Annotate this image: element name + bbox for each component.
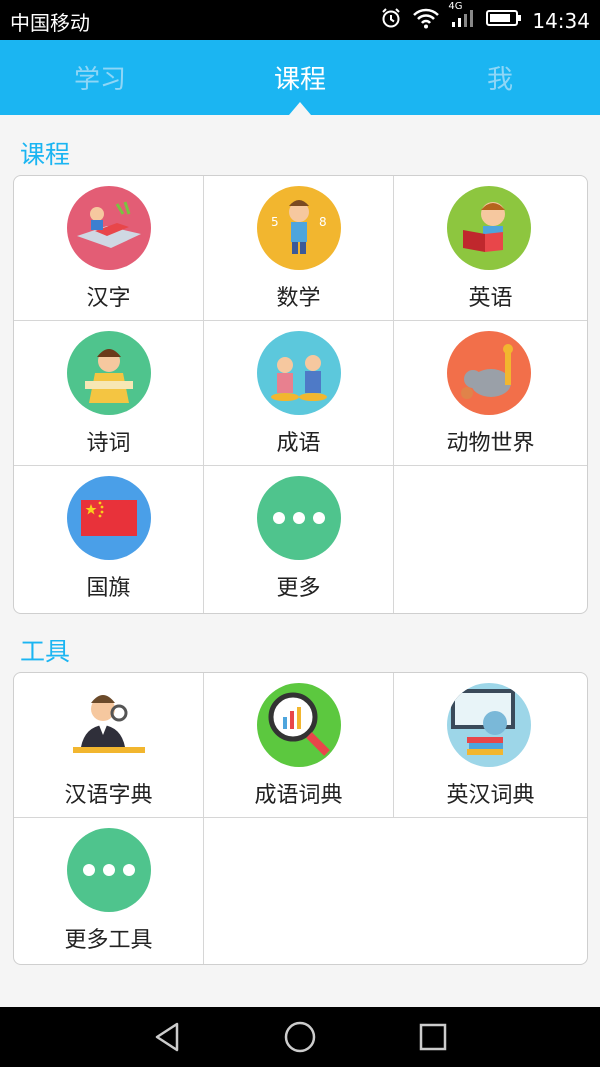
chinese-dictionary-icon	[67, 683, 151, 767]
flag-icon	[67, 476, 151, 560]
course-label: 诗词	[86, 431, 131, 456]
english-icon	[447, 186, 531, 270]
status-bar: 中国移动 4G 14:34	[0, 0, 600, 40]
english-chinese-dictionary-icon	[447, 683, 531, 767]
idiom-icon	[257, 331, 341, 415]
more-icon	[257, 476, 341, 560]
course-animal-world[interactable]: 动物世界	[394, 321, 587, 466]
battery-icon	[486, 8, 522, 33]
clock: 14:34	[532, 8, 590, 33]
tool-label: 成语词典	[254, 783, 343, 808]
course-english[interactable]: 英语	[394, 176, 587, 321]
tool-english-chinese-dictionary[interactable]: 英汉词典	[394, 673, 587, 818]
home-button[interactable]	[260, 1007, 340, 1067]
course-label: 汉字	[86, 286, 131, 311]
tool-label: 英汉词典	[446, 783, 535, 808]
svg-text:8: 8	[319, 215, 327, 229]
recent-apps-icon	[419, 1023, 447, 1051]
tool-label: 更多工具	[64, 928, 153, 953]
course-poetry[interactable]: 诗词	[14, 321, 204, 466]
courses-section-title: 课程	[20, 140, 71, 169]
course-idiom[interactable]: 成语	[204, 321, 394, 466]
course-flag[interactable]: 国旗	[14, 466, 204, 613]
animal-world-icon	[447, 331, 531, 415]
tool-chinese-dictionary[interactable]: 汉语字典	[14, 673, 204, 818]
tool-idiom-dictionary[interactable]: 成语词典	[204, 673, 394, 818]
system-navigation-bar	[0, 1007, 600, 1067]
wifi-icon	[412, 7, 440, 34]
empty-cell	[394, 466, 587, 613]
courses-grid: 汉字 58 数学 英语 诗词 成语 动物世界 国旗 更多	[13, 175, 588, 614]
svg-text:5: 5	[271, 215, 279, 229]
back-icon	[155, 1022, 179, 1052]
course-more[interactable]: 更多	[204, 466, 394, 613]
tool-more[interactable]: 更多工具	[14, 818, 204, 964]
back-button[interactable]	[127, 1007, 207, 1067]
tools-grid: 汉语字典 成语词典 英汉词典 更多工具	[13, 672, 588, 965]
math-icon: 58	[257, 186, 341, 270]
idiom-dictionary-icon	[257, 683, 341, 767]
active-tab-indicator	[289, 102, 311, 115]
poetry-icon	[67, 331, 151, 415]
course-hanzi[interactable]: 汉字	[14, 176, 204, 321]
course-math[interactable]: 58 数学	[204, 176, 394, 321]
course-label: 成语	[276, 431, 321, 456]
course-label: 英语	[468, 286, 513, 311]
tool-label: 汉语字典	[64, 783, 153, 808]
cellular-signal-icon: 4G	[448, 1, 476, 34]
hanzi-icon	[67, 186, 151, 270]
home-icon	[284, 1021, 316, 1053]
more-tools-icon	[67, 828, 151, 912]
course-label: 数学	[276, 286, 321, 311]
tools-section-title: 工具	[20, 637, 71, 666]
tab-study[interactable]: 学习	[0, 40, 200, 115]
network-type: 4G	[448, 1, 463, 12]
alarm-icon	[380, 7, 402, 34]
course-label: 动物世界	[446, 431, 535, 456]
recent-apps-button[interactable]	[393, 1007, 473, 1067]
course-label: 国旗	[86, 576, 131, 601]
course-label: 更多	[276, 576, 321, 601]
carrier-name: 中国移动	[10, 11, 90, 35]
tab-me[interactable]: 我	[400, 40, 600, 115]
